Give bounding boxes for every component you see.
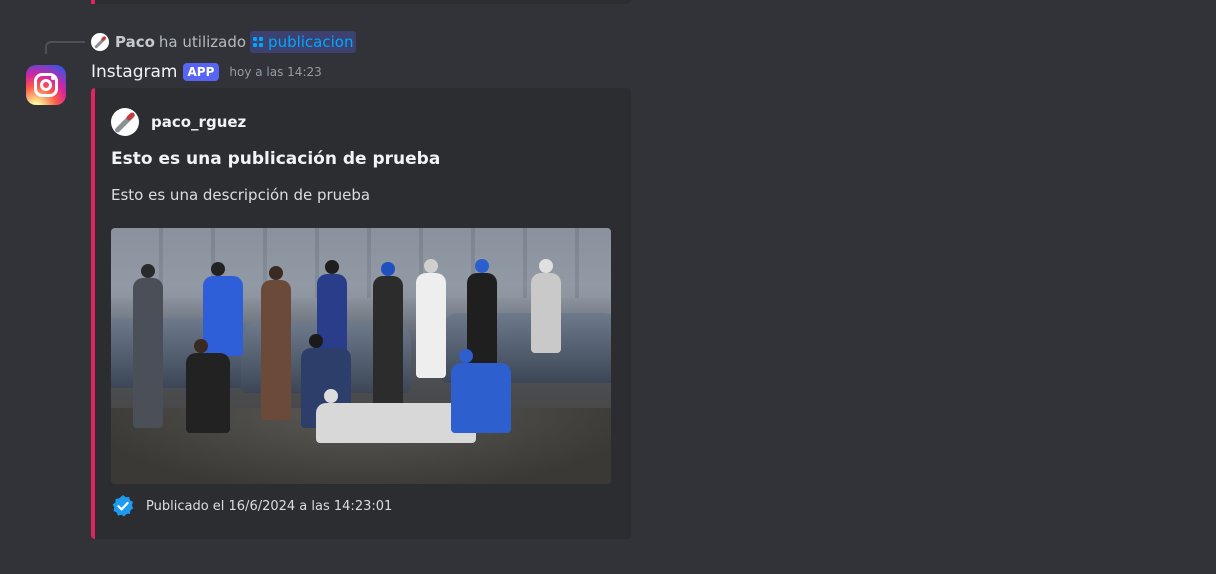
reply-username[interactable]: Paco [115, 33, 155, 51]
app-badge: APP [182, 63, 220, 81]
embed-card: paco_rguez Esto es una publicación de pr… [91, 88, 631, 539]
reply-spine [45, 41, 85, 54]
slash-command-icon [253, 37, 264, 47]
instagram-icon[interactable] [26, 65, 66, 105]
command-name: publicacion [268, 33, 354, 51]
embed-title: Esto es una publicación de prueba [111, 149, 441, 169]
embed-description: Esto es una descripción de prueba [111, 186, 371, 204]
app-name[interactable]: Instagram [91, 62, 178, 82]
command-reply-context[interactable]: Paco ha utilizado publicacion [91, 31, 357, 53]
embed-author-avatar [111, 108, 139, 136]
message-timestamp[interactable]: hoy a las 14:23 [229, 65, 321, 79]
command-mention[interactable]: publicacion [250, 31, 357, 53]
reply-action-text: ha utilizado [158, 33, 247, 51]
previous-embed-bottom [91, 0, 631, 4]
embed-footer-text: Publicado el 16/6/2024 a las 14:23:01 [146, 498, 393, 514]
embed-image[interactable] [111, 228, 611, 484]
verified-badge-icon [112, 495, 134, 517]
embed-author-name: paco_rguez [151, 113, 247, 131]
embed-footer: Publicado el 16/6/2024 a las 14:23:01 [111, 494, 392, 518]
reply-user-avatar[interactable] [91, 33, 109, 51]
message-header: Instagram APP hoy a las 14:23 [91, 60, 322, 84]
